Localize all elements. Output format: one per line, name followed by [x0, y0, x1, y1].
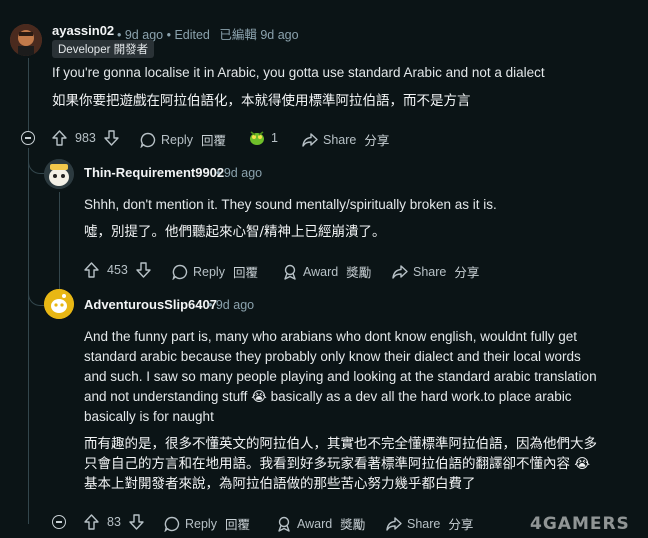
speech-bubble-icon [172, 264, 188, 280]
share-label-zh: 分享 [448, 518, 474, 532]
comment-body-zh: 如果你要把遊戲在阿拉伯語化，本就得使用標準阿拉伯語，而不是方言 [52, 93, 471, 109]
edited-label: Edited [174, 28, 210, 42]
vote-count: 83 [107, 515, 121, 529]
body-line: 基本上對開發者來說，為阿拉伯語做的那些苦心努力幾乎都白費了 [84, 476, 476, 492]
collapse-thread-button[interactable] [52, 515, 66, 529]
watermark-logo: 4GAMERS [530, 514, 630, 534]
award-button[interactable]: 1 [248, 129, 278, 147]
thread-line [28, 58, 29, 132]
award-button[interactable]: Award 獎勵 [282, 262, 371, 281]
comment-body-zh: 噓，別提了。他們聽起來心智/精神上已經崩潰了。 [84, 224, 386, 240]
comment-username[interactable]: ayassin02 [52, 23, 114, 38]
share-icon [386, 516, 402, 532]
body-line: standard arabic because they probably on… [84, 349, 581, 364]
meta-separator: • [208, 298, 216, 312]
award-button[interactable]: Award 獎勵 [276, 514, 365, 533]
reply-button[interactable]: Reply 回覆 [140, 130, 226, 149]
comment-meta: • 9d ago [216, 166, 262, 180]
reply-button[interactable]: Reply 回覆 [172, 262, 258, 281]
body-line: and such. I saw so many people playing a… [84, 369, 597, 384]
comment-meta: • 9d ago [208, 298, 254, 312]
vote-controls: 453 [84, 262, 151, 278]
avatar[interactable] [10, 24, 42, 56]
share-label: Share [413, 264, 447, 279]
reply-button[interactable]: Reply 回覆 [164, 514, 250, 533]
comment-time[interactable]: 9d ago [224, 166, 262, 180]
share-label-zh: 分享 [454, 266, 480, 280]
reply-label: Reply [185, 516, 217, 531]
reply-label: Reply [193, 264, 225, 279]
body-line: basically is for naught [84, 409, 214, 424]
upvote-icon[interactable] [84, 262, 99, 278]
reply-label-zh: 回覆 [224, 518, 250, 532]
comment-body-en: And the funny part is, many who arabians… [84, 327, 644, 427]
downvote-icon[interactable] [129, 514, 144, 530]
edited-label-zh: 已編輯 9d ago [219, 28, 299, 42]
downvote-icon[interactable] [136, 262, 151, 278]
thread-line [59, 192, 60, 300]
vote-controls: 983 [52, 130, 119, 146]
comment-body-zh: 而有趣的是，很多不懂英文的阿拉伯人，其實也不完全懂標準阿拉伯語，因為他們大多 只… [84, 434, 644, 494]
share-button[interactable]: Share 分享 [302, 130, 389, 149]
award-ribbon-icon [276, 516, 292, 532]
body-line: and not understanding stuff 😭 basically … [84, 389, 572, 404]
award-count: 1 [271, 131, 278, 145]
upvote-icon[interactable] [84, 514, 99, 530]
share-label: Share [323, 132, 357, 147]
upvote-icon[interactable] [52, 130, 67, 146]
avatar[interactable] [44, 159, 74, 189]
collapse-thread-button[interactable] [21, 131, 35, 145]
award-ribbon-icon [282, 264, 298, 280]
comment-body-en: Shhh, don't mention it. They sound menta… [84, 197, 497, 212]
award-label: Award [297, 516, 333, 531]
share-label-zh: 分享 [364, 134, 390, 148]
award-icon [248, 129, 266, 147]
thread-line [28, 148, 29, 524]
comment-body-en: If you're gonna localise it in Arabic, y… [52, 65, 545, 80]
share-label: Share [407, 516, 441, 531]
reply-label: Reply [161, 132, 193, 147]
share-button[interactable]: Share 分享 [392, 262, 479, 281]
meta-separator: • [216, 166, 224, 180]
body-line: And the funny part is, many who arabians… [84, 329, 578, 344]
award-label: Award [303, 264, 339, 279]
award-label-zh: 獎勵 [346, 266, 372, 280]
award-label-zh: 獎勵 [340, 518, 366, 532]
body-line: 只會自己的方言和在地用語。我看到好多玩家看著標準阿拉伯語的翻譯卻不懂內容 😭 [84, 456, 591, 472]
reply-label-zh: 回覆 [200, 134, 226, 148]
user-flair: Developer 開發者 [52, 40, 155, 58]
speech-bubble-icon [140, 132, 156, 148]
vote-count: 983 [75, 131, 96, 145]
vote-controls: 83 [84, 514, 144, 530]
downvote-icon[interactable] [104, 130, 119, 146]
comment-time[interactable]: 9d ago [216, 298, 254, 312]
comment-username[interactable]: AdventurousSlip6407 [84, 297, 217, 312]
share-icon [302, 132, 318, 148]
share-button[interactable]: Share 分享 [386, 514, 473, 533]
body-line: 而有趣的是，很多不懂英文的阿拉伯人，其實也不完全懂標準阿拉伯語，因為他們大多 [84, 436, 597, 452]
speech-bubble-icon [164, 516, 180, 532]
reply-label-zh: 回覆 [232, 266, 258, 280]
vote-count: 453 [107, 263, 128, 277]
avatar[interactable] [44, 289, 74, 319]
share-icon [392, 264, 408, 280]
comment-username[interactable]: Thin-Requirement9902 [84, 165, 224, 180]
